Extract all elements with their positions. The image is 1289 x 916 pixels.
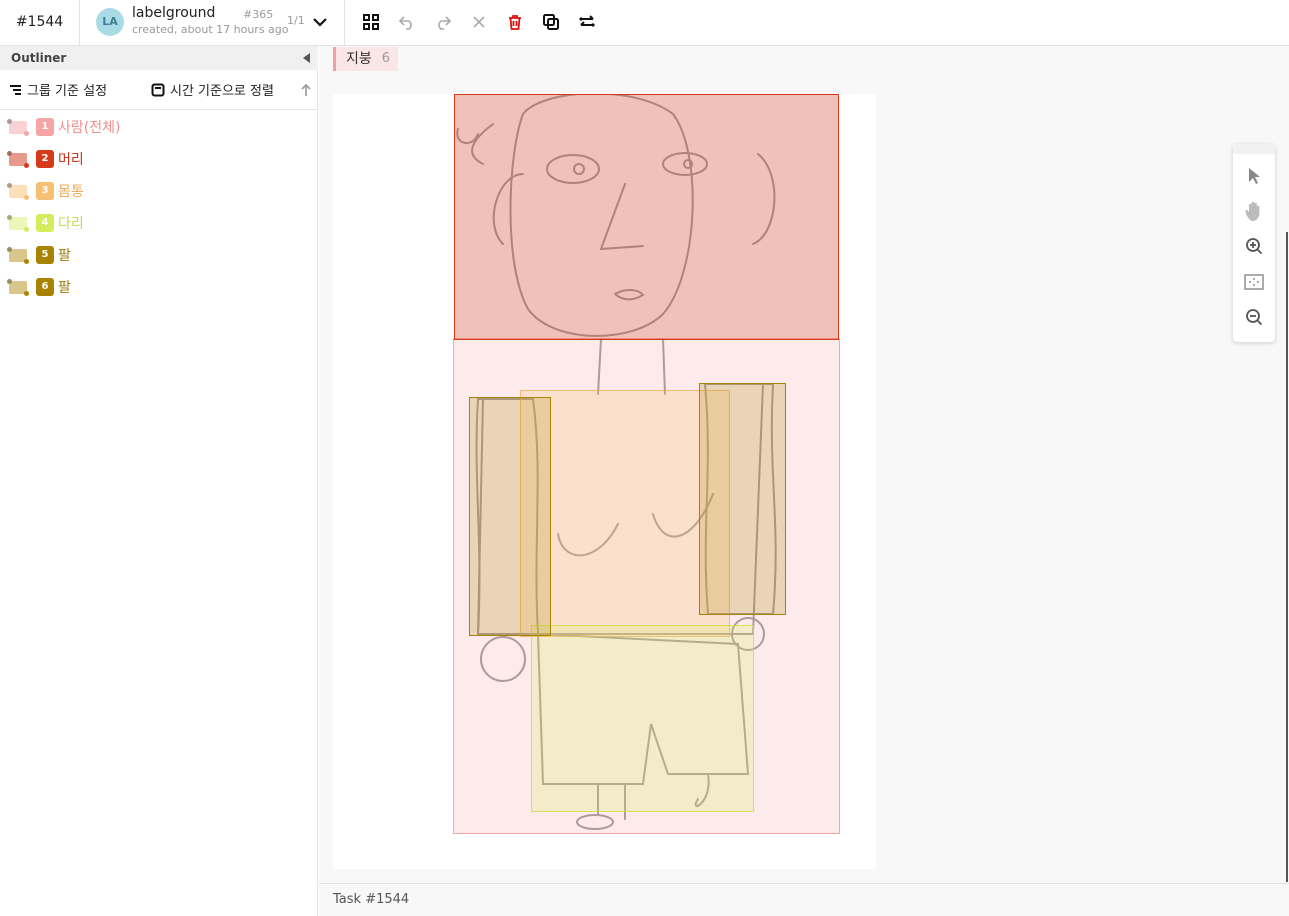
copy-icon[interactable] <box>540 11 562 33</box>
bbox-legs[interactable] <box>531 625 754 812</box>
class-label: 팔 <box>58 248 71 264</box>
divider <box>344 0 345 45</box>
class-label: 다리 <box>58 216 84 232</box>
hand-icon[interactable] <box>1242 199 1266 223</box>
sort-by-time-button[interactable]: 시간 기준으로 정렬 <box>151 80 274 99</box>
class-number: 5 <box>36 246 54 264</box>
class-number: 2 <box>36 150 54 168</box>
zoom-in-icon[interactable] <box>1242 234 1266 258</box>
class-item[interactable]: 5 팔 <box>0 239 318 271</box>
status-bar: Task #1544 <box>319 883 1289 916</box>
sort-direction-icon[interactable] <box>300 82 312 101</box>
group-by-label: 그룹 기준 설정 <box>27 84 108 99</box>
delete-icon[interactable] <box>504 11 526 33</box>
group-sort-bar: 그룹 기준 설정 시간 기준으로 정렬 <box>0 70 318 110</box>
class-item[interactable]: 3 몸통 <box>0 175 318 207</box>
class-label: 몸통 <box>58 184 84 200</box>
bbox-icon <box>9 281 29 296</box>
avatar[interactable]: LA <box>96 8 124 36</box>
class-number: 6 <box>36 278 54 296</box>
bbox-head[interactable] <box>454 94 839 340</box>
fit-screen-icon[interactable] <box>1242 270 1266 294</box>
bbox-icon <box>9 217 29 232</box>
bbox-icon <box>9 249 29 264</box>
group-by-button[interactable]: 그룹 기준 설정 <box>9 80 107 99</box>
pointer-icon[interactable] <box>1242 164 1266 188</box>
zoom-out-icon[interactable] <box>1242 305 1266 329</box>
bbox-icon <box>9 185 29 200</box>
class-label: 사람(전체) <box>58 120 121 136</box>
bbox-icon <box>9 153 29 168</box>
redo-icon[interactable] <box>432 11 454 33</box>
outliner-title: Outliner <box>11 51 67 65</box>
grid-icon[interactable] <box>360 11 382 33</box>
panel-grip[interactable] <box>1233 144 1275 154</box>
swap-icon[interactable] <box>576 11 598 33</box>
status-text: Task #1544 <box>333 892 410 907</box>
class-number: 4 <box>36 214 54 232</box>
scrollbar[interactable] <box>1286 232 1288 882</box>
class-label: 팔 <box>58 280 71 296</box>
group-icon <box>10 84 21 95</box>
sort-label: 시간 기준으로 정렬 <box>170 84 274 99</box>
class-item[interactable]: 1 사람(전체) <box>0 111 318 143</box>
top-bar: #1544 LA labelground created, about 17 h… <box>0 0 1289 46</box>
undo-icon[interactable] <box>396 11 418 33</box>
class-number: 1 <box>36 118 54 136</box>
close-icon[interactable] <box>468 11 490 33</box>
class-list: 1 사람(전체) 2 머리 3 몸통 4 다리 5 팔 6 팔 <box>0 111 318 303</box>
canvas-tool-panel <box>1233 144 1275 342</box>
project-meta: created, about 17 hours ago <box>132 23 289 36</box>
task-id: #1544 <box>0 0 80 45</box>
class-number: 3 <box>36 182 54 200</box>
project-number: #365 <box>243 8 274 21</box>
sort-icon <box>151 83 165 96</box>
task-image[interactable] <box>333 94 876 869</box>
annotation-canvas[interactable]: 지붕 6 <box>319 46 1289 883</box>
outliner-header: Outliner <box>0 46 318 70</box>
class-item[interactable]: 2 머리 <box>0 143 318 175</box>
class-item[interactable]: 4 다리 <box>0 207 318 239</box>
chip-count: 6 <box>381 51 391 66</box>
class-label: 머리 <box>58 152 84 168</box>
selected-class-chip[interactable]: 지붕 6 <box>333 47 399 71</box>
collapse-icon[interactable] <box>303 53 310 63</box>
outliner-panel: Outliner 그룹 기준 설정 시간 기준으로 정렬 1 사람(전체) 2 … <box>0 46 318 916</box>
pager: 1/1 <box>287 14 305 27</box>
chip-label: 지붕 <box>346 51 372 67</box>
class-item[interactable]: 6 팔 <box>0 271 318 303</box>
chevron-down-icon[interactable] <box>310 11 330 33</box>
bbox-arm-left[interactable] <box>469 397 551 636</box>
bbox-arm-right[interactable] <box>699 383 786 615</box>
project-name[interactable]: labelground <box>132 5 215 21</box>
bbox-icon <box>9 121 29 136</box>
